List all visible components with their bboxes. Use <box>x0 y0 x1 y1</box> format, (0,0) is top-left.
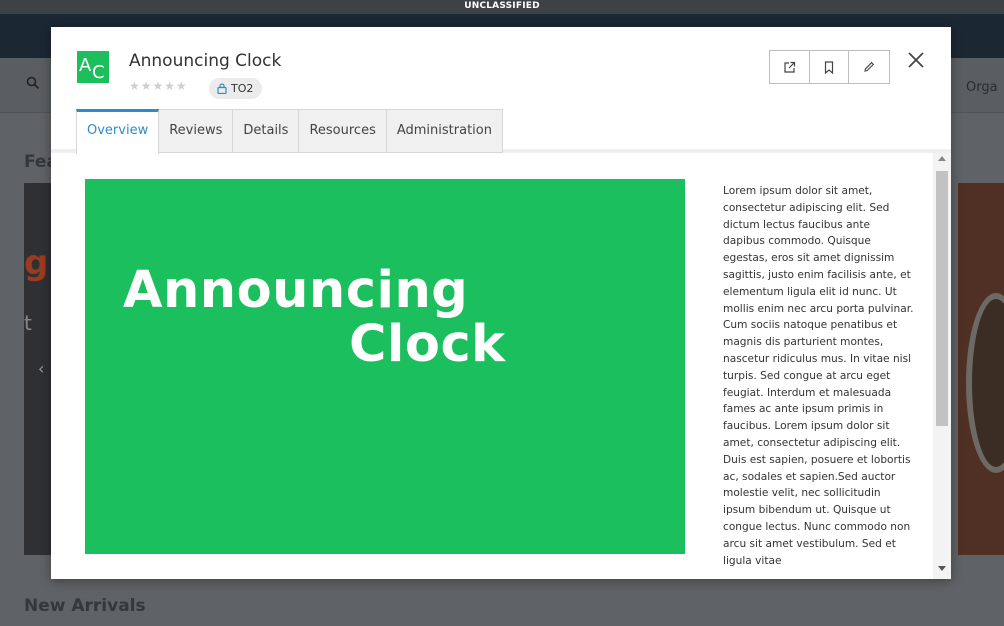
overview-content: Announcing Clock Lorem ipsum dolor sit a… <box>51 153 951 579</box>
tab-resources[interactable]: Resources <box>299 109 387 153</box>
tab-administration[interactable]: Administration <box>386 109 503 153</box>
scroll-thumb[interactable] <box>936 171 948 426</box>
classification-banner: UNCLASSIFIED <box>0 0 1004 14</box>
content-scrollbar[interactable] <box>933 153 951 579</box>
bookmark-icon <box>824 60 834 74</box>
featured-carousel-right <box>958 183 1004 555</box>
edit-listing-button[interactable] <box>849 51 889 83</box>
hero-title-line1: Announcing <box>123 261 469 320</box>
tab-details[interactable]: Details <box>233 109 300 153</box>
featured-carousel-left: g t ‹ <box>24 183 52 555</box>
bookmark-button[interactable] <box>809 51 850 83</box>
tab-bar: Overview Reviews Details Resources Admin… <box>76 109 503 154</box>
tab-overview[interactable]: Overview <box>76 109 160 154</box>
tab-reviews[interactable]: Reviews <box>159 109 234 153</box>
organization-menu[interactable]: Orga <box>966 80 998 95</box>
classification-badge: TO2 <box>209 78 263 99</box>
listing-detail-modal: A C Announcing Clock ★★★★★ TO2 Overview … <box>51 27 951 579</box>
listing-title: Announcing Clock <box>129 51 282 71</box>
external-link-icon <box>784 61 795 73</box>
scroll-up-arrow-icon[interactable] <box>938 156 946 161</box>
lock-icon <box>217 83 227 94</box>
close-icon[interactable] <box>906 50 926 70</box>
carousel-fragment-orange: g <box>24 243 49 283</box>
open-listing-button[interactable] <box>770 51 810 83</box>
listing-logo: A C <box>77 51 109 83</box>
listing-toolbar <box>769 50 890 84</box>
badge-label: TO2 <box>231 82 254 95</box>
logo-letter-c: C <box>92 62 105 83</box>
carousel-fragment-text: t <box>24 311 32 335</box>
hero-title-line2: Clock <box>349 315 506 374</box>
logo-letter-a: A <box>79 55 92 76</box>
hero-banner-image: Announcing Clock <box>85 179 685 554</box>
scroll-down-arrow-icon[interactable] <box>938 566 946 571</box>
new-arrivals-heading: New Arrivals <box>24 596 146 616</box>
carousel-prev-icon[interactable]: ‹ <box>38 359 44 378</box>
listing-description: Lorem ipsum dolor sit amet, consectetur … <box>723 185 914 567</box>
search-icon[interactable] <box>26 76 40 90</box>
pencil-icon <box>864 61 875 72</box>
rating-stars: ★★★★★ <box>129 79 188 93</box>
